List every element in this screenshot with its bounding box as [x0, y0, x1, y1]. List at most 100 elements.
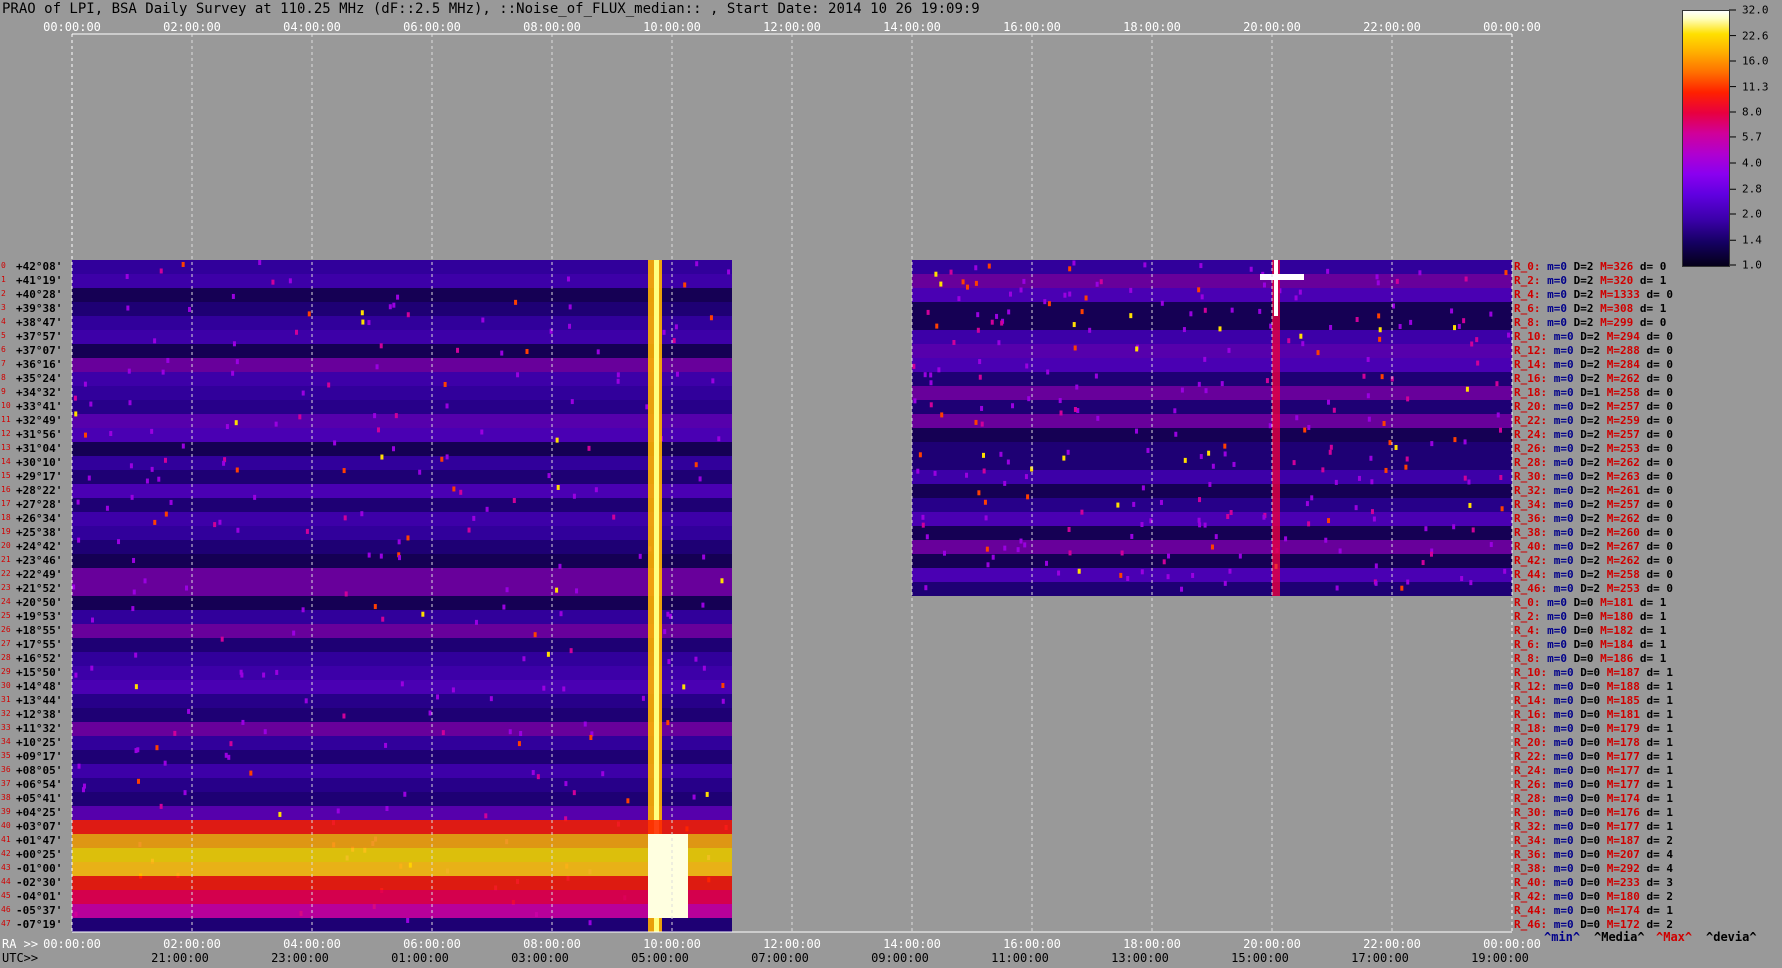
row-stat-field: d= 1: [1633, 302, 1667, 315]
heat-speck: [1077, 568, 1081, 574]
heat-speck: [1357, 475, 1361, 481]
heat-speck: [1332, 407, 1336, 413]
heat-speck: [1073, 345, 1077, 351]
heat-speck: [934, 271, 938, 277]
heat-speck: [1335, 585, 1339, 591]
heat-speck: [1429, 551, 1433, 557]
segment-row: [72, 652, 732, 666]
heat-speck: [1214, 534, 1218, 540]
heat-speck: [1265, 378, 1269, 384]
dec-row-index: 9: [1, 387, 6, 396]
ra-tick-label: 04:00:00: [283, 937, 341, 951]
row-stat: R_40: m=0 D=2 M=267 d= 0: [1514, 541, 1673, 552]
heat-speck: [1307, 521, 1311, 527]
heat-speck: [662, 329, 666, 335]
dec-row-index: 30: [1, 681, 11, 690]
heat-speck: [1400, 585, 1404, 591]
heat-speck: [505, 587, 509, 593]
segment-row: [72, 260, 732, 274]
heat-speck: [1310, 495, 1314, 501]
row-stat: R_38: m=0 D=2 M=260 d= 0: [1514, 527, 1673, 538]
row-stat: R_46: m=0 D=0 M=172 d= 2: [1514, 919, 1673, 930]
heat-speck: [90, 665, 94, 671]
row-stat-field: m=0: [1547, 890, 1574, 903]
heat-speck: [480, 429, 484, 435]
heat-speck: [1066, 449, 1070, 455]
row-stat-field: d= 0: [1639, 386, 1673, 399]
row-stat-field: D=0: [1573, 876, 1601, 889]
heat-speck: [183, 790, 187, 796]
dec-row-index: 10: [1, 401, 11, 410]
colorbar-label: 1.0: [1742, 258, 1762, 272]
heat-speck: [1232, 461, 1236, 467]
ra-tick-label: 22:00:00: [1363, 937, 1421, 951]
row-stat-field: M=257: [1600, 498, 1640, 511]
dec-label: -05°37': [16, 904, 63, 917]
row-stat-field: R_28:: [1514, 792, 1548, 805]
row-stat-field: M=186: [1593, 652, 1634, 665]
segment-row: [72, 624, 732, 638]
row-stat-field: d= 1: [1639, 722, 1673, 735]
row-stat-field: R_12:: [1514, 344, 1548, 357]
row-stat-field: d= 0: [1639, 442, 1673, 455]
heat-speck: [130, 494, 134, 500]
dec-label: +08°05': [16, 764, 63, 777]
dec-row-index: 26: [1, 625, 11, 634]
dec-row-index: 42: [1, 849, 11, 858]
row-stat-field: m=0: [1547, 806, 1574, 819]
top-tick-label: 14:00:00: [883, 20, 941, 34]
heat-speck: [1230, 307, 1234, 313]
row-stat-field: d= 0: [1639, 554, 1673, 567]
row-stat-field: M=185: [1600, 694, 1640, 707]
row-stat-field: D=0: [1567, 652, 1594, 665]
dec-row-index: 16: [1, 485, 11, 494]
dec-label: +10°25': [16, 736, 63, 749]
row-stat: R_20: m=0 D=2 M=257 d= 0: [1514, 401, 1673, 412]
heat-speck: [1329, 444, 1333, 450]
dec-label: +24°42': [16, 540, 63, 553]
heat-speck: [562, 686, 566, 692]
row-stat-field: R_14:: [1514, 694, 1548, 707]
row-stat-field: D=0: [1567, 610, 1594, 623]
dec-row-index: 17: [1, 499, 11, 508]
segment-row: [72, 330, 732, 344]
row-stat-field: m=0: [1547, 358, 1574, 371]
heat-speck: [957, 296, 961, 302]
heat-speck: [1467, 479, 1471, 485]
segment-row: [912, 484, 1512, 498]
heat-speck: [694, 462, 698, 468]
utc-tick-label: 17:00:00: [1351, 951, 1409, 965]
heat-speck: [952, 339, 956, 345]
heat-speck: [1374, 580, 1378, 586]
heat-speck: [1489, 311, 1493, 317]
heat-speck: [134, 684, 138, 690]
heat-speck: [1262, 514, 1266, 520]
heat-speck: [481, 317, 485, 323]
row-stat-field: D=2: [1573, 456, 1601, 469]
bright-peak: [648, 834, 688, 918]
row-stat-field: D=0: [1573, 666, 1601, 679]
row-stat: R_2: m=0 D=2 M=320 d= 1: [1514, 275, 1666, 286]
heat-speck: [436, 694, 440, 700]
row-stat-field: d= 1: [1633, 274, 1667, 287]
dec-row-index: 24: [1, 597, 11, 606]
heat-speck: [566, 276, 570, 282]
row-stat-field: d= 0: [1639, 526, 1673, 539]
heat-speck: [1182, 327, 1186, 333]
top-tick-label: 06:00:00: [403, 20, 461, 34]
dec-label: -04°01': [16, 890, 63, 903]
heat-speck: [440, 456, 444, 462]
dec-row-index: 37: [1, 779, 11, 788]
heat-speck: [575, 588, 579, 594]
heat-speck: [1023, 542, 1027, 548]
heat-speck: [391, 446, 395, 452]
top-tick-label: 20:00:00: [1243, 20, 1301, 34]
row-stat-field: D=0: [1573, 694, 1601, 707]
heat-speck: [978, 374, 982, 380]
row-stat-field: D=2: [1573, 330, 1601, 343]
row-stat-field: D=2: [1573, 582, 1601, 595]
heat-speck: [1370, 479, 1374, 485]
heat-speck: [235, 359, 239, 365]
dec-row-index: 4: [1, 317, 6, 326]
heat-speck: [1430, 441, 1434, 447]
